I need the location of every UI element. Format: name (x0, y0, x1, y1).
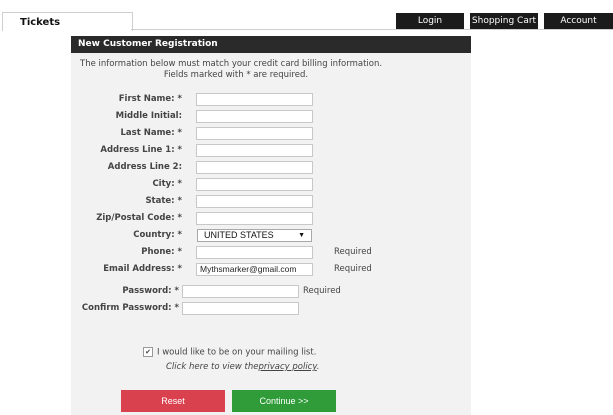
first-name-input[interactable] (196, 93, 313, 106)
middle-initial-label: Middle Initial: (115, 111, 182, 121)
panel-title: New Customer Registration (78, 39, 218, 49)
country-select[interactable]: UNITED STATES ▼ (197, 229, 312, 242)
zip-row: Zip/Postal Code: * (72, 212, 182, 226)
confirm-password-label: Confirm Password: * (81, 303, 179, 313)
address-line1-row: Address Line 1: * (72, 144, 182, 158)
email-required-note: Required (334, 264, 372, 274)
privacy-text: Click here to view theprivacy policy. (166, 362, 319, 372)
mailing-list-label: I would like to be on your mailing list. (157, 347, 317, 358)
address-line2-row: Address Line 2: (72, 161, 182, 175)
privacy-suffix: . (316, 362, 320, 372)
last-name-label: Last Name: * (120, 128, 182, 138)
continue-button[interactable]: Continue >> (232, 390, 336, 412)
password-label: Password: * (122, 286, 179, 296)
city-row: City: * (72, 178, 182, 192)
confirm-password-input[interactable] (182, 302, 299, 315)
password-input[interactable] (182, 285, 299, 298)
country-row: Country: * (72, 229, 182, 243)
mailing-list-row: ✔ I would like to be on your mailing list… (143, 347, 316, 358)
address-line1-label: Address Line 1: * (100, 145, 182, 155)
dropdown-arrow-icon: ▼ (298, 232, 305, 239)
login-button[interactable]: Login (396, 13, 464, 29)
tab-tickets[interactable]: Tickets (2, 12, 133, 31)
top-navigation: Tickets Login Shopping Cart Account (0, 0, 613, 31)
phone-row: Phone: * (72, 246, 182, 260)
phone-required-note: Required (334, 247, 372, 257)
phone-input[interactable] (196, 246, 313, 259)
shopping-cart-button[interactable]: Shopping Cart (470, 13, 538, 29)
privacy-policy-link[interactable]: privacy policy (258, 362, 316, 372)
address-line2-input[interactable] (196, 161, 313, 174)
state-row: State: * (72, 195, 182, 209)
email-input[interactable]: Mythsmarker@gmail.com (196, 263, 313, 276)
country-selected: UNITED STATES (204, 230, 274, 240)
state-label: State: * (145, 196, 182, 206)
panel-header: New Customer Registration (71, 36, 471, 53)
password-required-note: Required (303, 286, 341, 296)
first-name-label: First Name: * (118, 94, 182, 104)
privacy-prefix: Click here to view the (166, 362, 259, 372)
city-label: City: * (152, 179, 182, 189)
account-button[interactable]: Account (544, 13, 613, 29)
middle-initial-row: Middle Initial: (72, 110, 182, 124)
first-name-row: First Name: * (72, 93, 182, 107)
reset-button[interactable]: Reset (121, 390, 225, 412)
zip-label: Zip/Postal Code: * (96, 213, 182, 223)
zip-input[interactable] (196, 212, 313, 225)
intro-text: The information below must match your cr… (80, 59, 383, 69)
confirm-password-row: Confirm Password: * (69, 302, 179, 316)
password-row: Password: * (69, 285, 179, 299)
tab-tickets-label: Tickets (20, 17, 61, 28)
city-input[interactable] (196, 178, 313, 191)
last-name-row: Last Name: * (72, 127, 182, 141)
country-label: Country: * (133, 230, 182, 240)
email-label: Email Address: * (103, 264, 182, 274)
email-row: Email Address: * (72, 263, 182, 277)
address-line1-input[interactable] (196, 144, 313, 157)
state-input[interactable] (196, 195, 313, 208)
last-name-input[interactable] (196, 127, 313, 140)
mailing-list-checkbox[interactable]: ✔ (143, 347, 153, 357)
phone-label: Phone: * (141, 247, 182, 257)
tab-divider (131, 29, 613, 30)
address-line2-label: Address Line 2: (107, 162, 182, 172)
middle-initial-input[interactable] (196, 110, 313, 123)
required-note: Fields marked with * are required. (163, 70, 309, 80)
